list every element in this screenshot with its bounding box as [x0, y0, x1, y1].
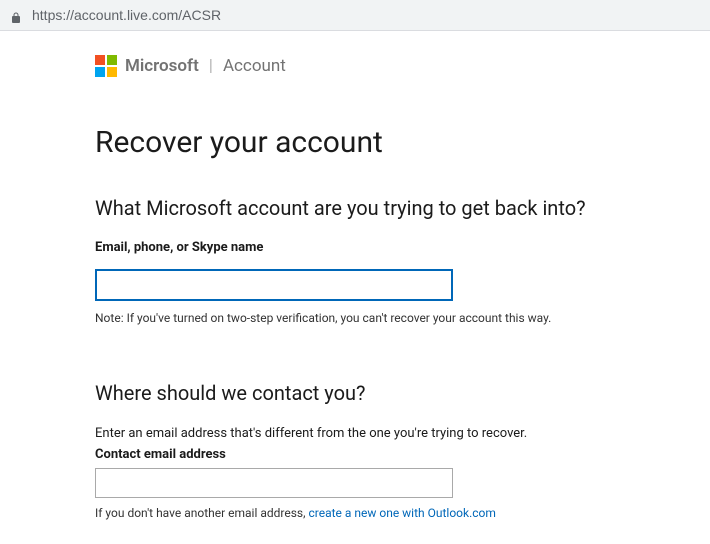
section2-heading: Where should we contact you?: [95, 381, 620, 405]
lock-icon: [10, 9, 22, 21]
contact-email-input[interactable]: [95, 468, 453, 498]
brand-product: Account: [223, 56, 286, 76]
two-step-note: Note: If you've turned on two-step verif…: [95, 311, 620, 325]
brand-name: Microsoft: [125, 56, 199, 76]
account-identifier-input[interactable]: [95, 269, 453, 301]
section-contact: Where should we contact you? Enter an em…: [95, 381, 620, 520]
browser-url[interactable]: https://account.live.com/ACSR: [32, 7, 221, 23]
contact-helper-prefix: If you don't have another email address,: [95, 506, 308, 520]
section1-heading: What Microsoft account are you trying to…: [95, 196, 620, 220]
contact-helper: If you don't have another email address,…: [95, 506, 620, 520]
contact-description: Enter an email address that's different …: [95, 425, 620, 443]
account-field-label: Email, phone, or Skype name: [95, 240, 620, 255]
create-outlook-link[interactable]: create a new one with Outlook.com: [308, 506, 495, 520]
microsoft-logo-icon: [95, 55, 117, 77]
section-which-account: What Microsoft account are you trying to…: [95, 196, 620, 325]
brand-header: Microsoft | Account: [95, 55, 620, 77]
browser-address-bar: https://account.live.com/ACSR: [0, 0, 710, 31]
contact-field-label: Contact email address: [95, 447, 620, 462]
brand-separator: |: [209, 56, 213, 76]
page-title: Recover your account: [95, 125, 620, 160]
page-content: Microsoft | Account Recover your account…: [0, 31, 620, 520]
